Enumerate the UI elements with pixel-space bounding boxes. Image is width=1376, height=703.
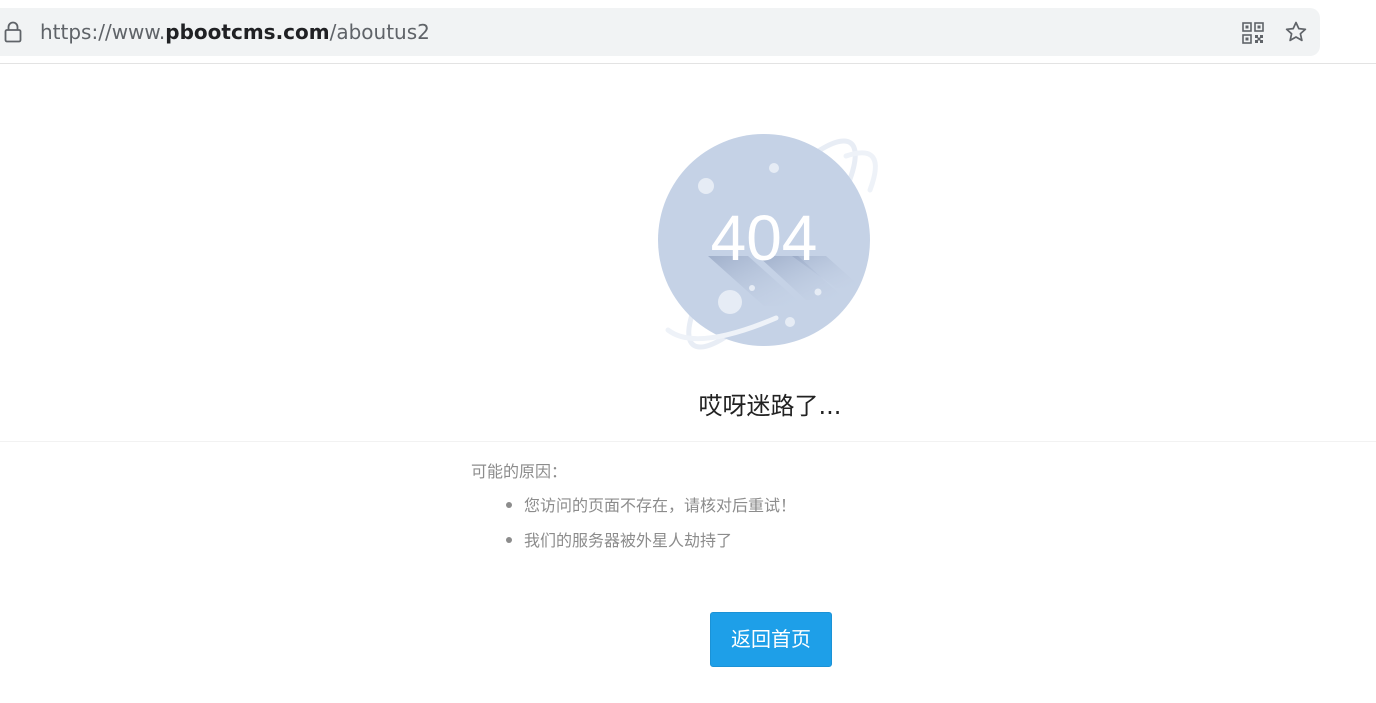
bullet-icon: [506, 501, 512, 508]
error-code: 404: [711, 202, 818, 274]
reason-text: 我们的服务器被外星人劫持了: [524, 531, 733, 550]
browser-toolbar: https://www.pbootcms.com/aboutus2: [0, 0, 1376, 64]
list-item: 您访问的页面不存在，请核对后重试！: [506, 494, 796, 529]
url-text[interactable]: https://www.pbootcms.com/aboutus2: [40, 20, 430, 44]
lock-icon[interactable]: [4, 21, 22, 43]
planet-404-illustration: 404: [658, 134, 878, 350]
reason-text: 您访问的页面不存在，请核对后重试！: [524, 496, 797, 515]
qr-code-icon[interactable]: [1242, 22, 1264, 44]
bullet-icon: [506, 536, 512, 543]
error-headline: 哎呀迷路了...: [698, 392, 842, 420]
reasons-title: 可能的原因：: [471, 462, 568, 481]
url-path: /aboutus2: [329, 20, 430, 44]
reasons-list: 您访问的页面不存在，请核对后重试！ 我们的服务器被外星人劫持了: [506, 494, 796, 564]
star-icon[interactable]: [1284, 20, 1308, 44]
url-host: pbootcms.com: [165, 20, 330, 44]
address-bar[interactable]: https://www.pbootcms.com/aboutus2: [0, 8, 1320, 56]
list-item: 我们的服务器被外星人劫持了: [506, 529, 796, 564]
url-prefix: https://www.: [40, 20, 166, 44]
divider: [0, 441, 1376, 442]
home-button[interactable]: 返回首页: [710, 612, 832, 667]
